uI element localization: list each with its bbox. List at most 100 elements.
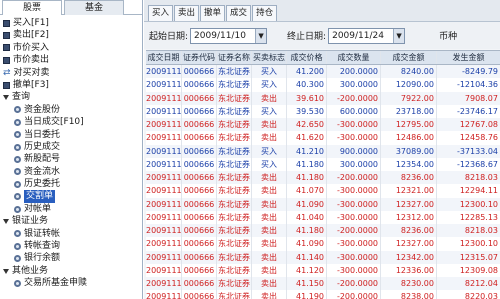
- table-cell: 东北证券: [217, 184, 252, 198]
- table-cell: 20091119: [146, 263, 182, 277]
- toolbar-tab-cancel[interactable]: 撤单: [200, 5, 226, 21]
- swap-icon: ⇄: [3, 67, 11, 78]
- column-header[interactable]: 证券名称: [217, 51, 252, 64]
- tree-item[interactable]: 查询: [0, 91, 142, 103]
- table-cell: -200.0000: [327, 277, 381, 291]
- table-cell: 000666: [182, 184, 217, 198]
- table-row[interactable]: 20091119000666东北证券卖出41.190-200.00008238.…: [146, 290, 500, 299]
- table-row[interactable]: 20091117000666东北证券卖出41.620-300.000012486…: [146, 131, 500, 145]
- chevron-down-icon[interactable]: ▼: [393, 28, 405, 43]
- table-cell: 000666: [182, 144, 217, 158]
- table-cell: 000666: [182, 65, 217, 79]
- table-cell: 000666: [182, 250, 217, 264]
- chevron-down-icon[interactable]: ▼: [255, 28, 267, 43]
- table-row[interactable]: 20091113000666东北证券买入40.300300.000012090.…: [146, 78, 500, 92]
- table-cell: 20091113: [146, 104, 182, 118]
- tree-item[interactable]: 对帐单: [0, 203, 142, 215]
- table-cell: 东北证券: [217, 91, 252, 105]
- tree-item-label: 历史成交: [24, 141, 61, 152]
- table-row[interactable]: 20091117000666东北证券买入41.210900.000037089.…: [146, 144, 500, 158]
- table-cell: 东北证券: [217, 224, 252, 238]
- table-cell: 20091119: [146, 290, 182, 299]
- table-cell: 41.090: [287, 237, 327, 251]
- tree-item[interactable]: 资金流水: [0, 166, 142, 178]
- table-cell: -12104.36: [456, 80, 498, 90]
- table-row[interactable]: 20091112000666东北证券买入41.200200.00008240.0…: [146, 65, 500, 79]
- table-cell: 12486.00: [381, 131, 437, 145]
- table-row[interactable]: 20091119000666东北证券卖出41.120-300.000012336…: [146, 263, 500, 277]
- toolbar-tab-sell[interactable]: 卖出: [174, 5, 200, 21]
- tree-item[interactable]: 银证业务: [0, 215, 142, 227]
- table-row[interactable]: 20091119000666东北证券卖出41.150-200.00008230.…: [146, 277, 500, 291]
- toolbar-tab-deals[interactable]: 成交: [226, 5, 252, 21]
- end-date-field[interactable]: 2009/11/24 ▼: [328, 27, 406, 44]
- tree-item[interactable]: 交割单: [0, 190, 142, 203]
- table-cell: 41.190: [287, 290, 327, 299]
- tree-item[interactable]: 当日委托: [0, 129, 142, 141]
- table-row[interactable]: 20091113000666东北证券卖出39.610-200.00007922.…: [146, 91, 500, 105]
- document-icon: [3, 81, 10, 89]
- tree-item[interactable]: 撤单[F3]: [0, 79, 142, 91]
- column-header[interactable]: 证券代码: [182, 51, 217, 64]
- tree-item[interactable]: 市价卖出: [0, 54, 142, 66]
- column-header[interactable]: 发生金额: [437, 51, 500, 64]
- table-cell: 12285.13: [459, 212, 498, 222]
- tree-item-label: 市价买入: [13, 42, 50, 53]
- tree-item[interactable]: 银证转帐: [0, 228, 142, 240]
- table-cell: 卖出: [252, 237, 287, 251]
- tree-item[interactable]: 转帐查询: [0, 240, 142, 252]
- table-row[interactable]: 20091119000666东北证券卖出41.070-300.000012321…: [146, 184, 500, 198]
- column-header[interactable]: 成交日期: [146, 51, 182, 64]
- tab-fund[interactable]: 基金: [64, 0, 124, 15]
- toolbar-tab-buy[interactable]: 买入: [148, 5, 174, 21]
- tree-item[interactable]: 交易所基金申赎: [0, 277, 142, 289]
- table-row[interactable]: 20091119000666东北证券卖出41.140-300.000012342…: [146, 250, 500, 264]
- table-row[interactable]: 20091117000666东北证券买入41.180300.000012354.…: [146, 157, 500, 171]
- table-row[interactable]: 20091119000666东北证券卖出41.180-200.00008236.…: [146, 224, 500, 238]
- table-cell: 12327.00: [381, 237, 437, 251]
- table-cell: 8218.03: [464, 226, 498, 235]
- table-row[interactable]: 20091117000666东北证券卖出41.180-200.00008236.…: [146, 171, 500, 185]
- column-header[interactable]: 成交数量: [327, 51, 381, 64]
- table-row[interactable]: 20091117000666东北证券卖出42.650-300.000012795…: [146, 118, 500, 132]
- tree-item[interactable]: 卖出[F2]: [0, 29, 142, 41]
- tree-item[interactable]: 市价买入: [0, 42, 142, 54]
- tree-item[interactable]: 当日成交[F10]: [0, 116, 142, 128]
- table-cell: -300.0000: [327, 131, 381, 145]
- table-cell: 41.140: [287, 250, 327, 264]
- tree-item-label: 历史委托: [24, 179, 61, 190]
- start-date-field[interactable]: 2009/11/10 ▼: [190, 27, 268, 44]
- table-cell: -300.0000: [327, 118, 381, 132]
- tree-item[interactable]: 银行余额: [0, 252, 142, 264]
- table-cell: 20091113: [146, 78, 182, 92]
- table-cell: 卖出: [252, 290, 287, 299]
- tree-item[interactable]: ⇄ 对买对卖: [0, 67, 142, 79]
- tree-item[interactable]: 其他业务: [0, 265, 142, 277]
- table-row[interactable]: 20091119000666东北证券卖出41.090-300.000012327…: [146, 197, 500, 211]
- column-header[interactable]: 成交价格: [287, 51, 327, 64]
- table-cell: 20091117: [146, 131, 182, 145]
- tree-item[interactable]: 历史成交: [0, 141, 142, 153]
- tab-stock[interactable]: 股票: [2, 0, 62, 15]
- column-header[interactable]: 成交金额: [381, 51, 437, 64]
- table-cell: 37089.00: [381, 144, 437, 158]
- tree-item-label: 资金流水: [24, 166, 61, 177]
- tree-item[interactable]: 资金股份: [0, 104, 142, 116]
- document-icon: [3, 56, 10, 64]
- tree-item[interactable]: 买入[F1]: [0, 17, 142, 29]
- tree-item[interactable]: 新股配号: [0, 153, 142, 165]
- table-cell: -200.0000: [327, 290, 381, 299]
- table-cell: 买入: [252, 157, 287, 171]
- column-header[interactable]: 买卖标志: [252, 51, 287, 64]
- tree-item[interactable]: 历史委托: [0, 178, 142, 190]
- tree-item-label: 资金股份: [24, 104, 61, 115]
- table-cell: 41.210: [287, 144, 327, 158]
- table-row[interactable]: 20091119000666东北证券卖出41.090-300.000012327…: [146, 237, 500, 251]
- table-cell: 12458.76: [459, 133, 498, 143]
- table-row[interactable]: 20091119000666东北证券卖出41.040-300.000012312…: [146, 210, 500, 224]
- table-row[interactable]: 20091113000666东北证券买入39.530600.000023718.…: [146, 104, 500, 118]
- table-cell: 东北证券: [217, 250, 252, 264]
- table-cell: 20091117: [146, 144, 182, 158]
- document-icon: [3, 19, 10, 27]
- toolbar-tab-holdings[interactable]: 持仓: [252, 5, 278, 21]
